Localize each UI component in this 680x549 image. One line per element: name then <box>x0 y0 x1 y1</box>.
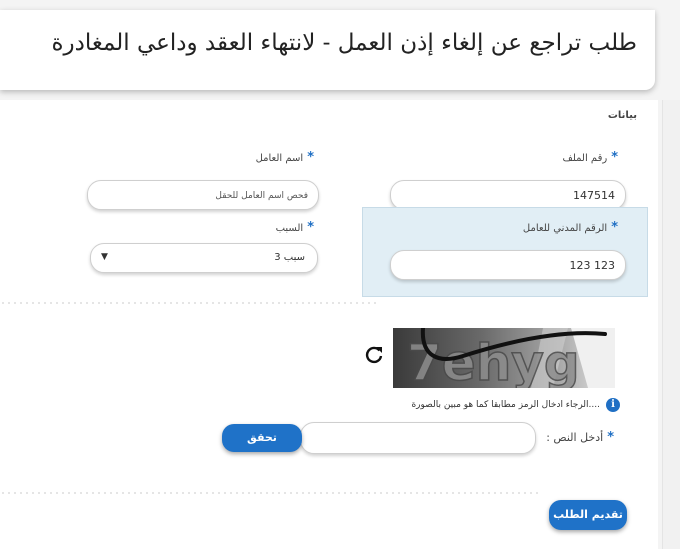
captcha-hint: i ....الرجاء ادخال الرمز مطابقا كما هو م… <box>360 398 622 414</box>
civil-id-label: *الرقم المدني للعامل <box>522 220 618 235</box>
header-card: طلب تراجع عن إلغاء إذن العمل - لانتهاء ا… <box>0 10 655 90</box>
required-marker: * <box>611 220 618 235</box>
dotted-divider <box>0 490 540 496</box>
civil-id-field[interactable]: 123 123 <box>390 250 626 280</box>
worker-name-field[interactable]: فحص اسم العامل للحقل <box>87 180 319 210</box>
submit-button[interactable]: تقديم الطلب <box>549 500 627 530</box>
refresh-icon[interactable] <box>363 344 385 366</box>
dotted-divider <box>0 300 380 306</box>
worker-name-label: *اسم العامل <box>255 150 314 165</box>
dropdown-arrow-icon: ▼ <box>101 252 108 262</box>
captcha-image: 7ehyg <box>393 328 615 388</box>
required-marker: * <box>307 220 314 235</box>
reason-select[interactable]: سبب 3 ▼ <box>90 243 318 273</box>
reason-select-value: سبب 3 <box>274 252 305 263</box>
captcha-input-label: *أدخل النص : <box>546 430 614 445</box>
captcha-input[interactable] <box>300 422 536 454</box>
reason-label: *السبب <box>275 220 314 235</box>
required-marker: * <box>607 430 614 445</box>
section-title: بيانات <box>607 110 637 121</box>
page-title: طلب تراجع عن إلغاء إذن العمل - لانتهاء ا… <box>51 30 637 56</box>
required-marker: * <box>307 150 314 165</box>
captcha-hint-text: ....الرجاء ادخال الرمز مطابقا كما هو مبي… <box>411 400 600 410</box>
verify-button[interactable]: تحقق <box>222 424 302 452</box>
form-panel <box>0 100 658 549</box>
required-marker: * <box>611 150 618 165</box>
captcha-text: 7ehyg <box>407 334 580 388</box>
scrollbar-track[interactable] <box>662 100 680 549</box>
file-number-field[interactable]: 147514 <box>390 180 626 210</box>
file-number-label: *رقم الملف <box>562 150 618 165</box>
info-icon: i <box>606 398 620 412</box>
